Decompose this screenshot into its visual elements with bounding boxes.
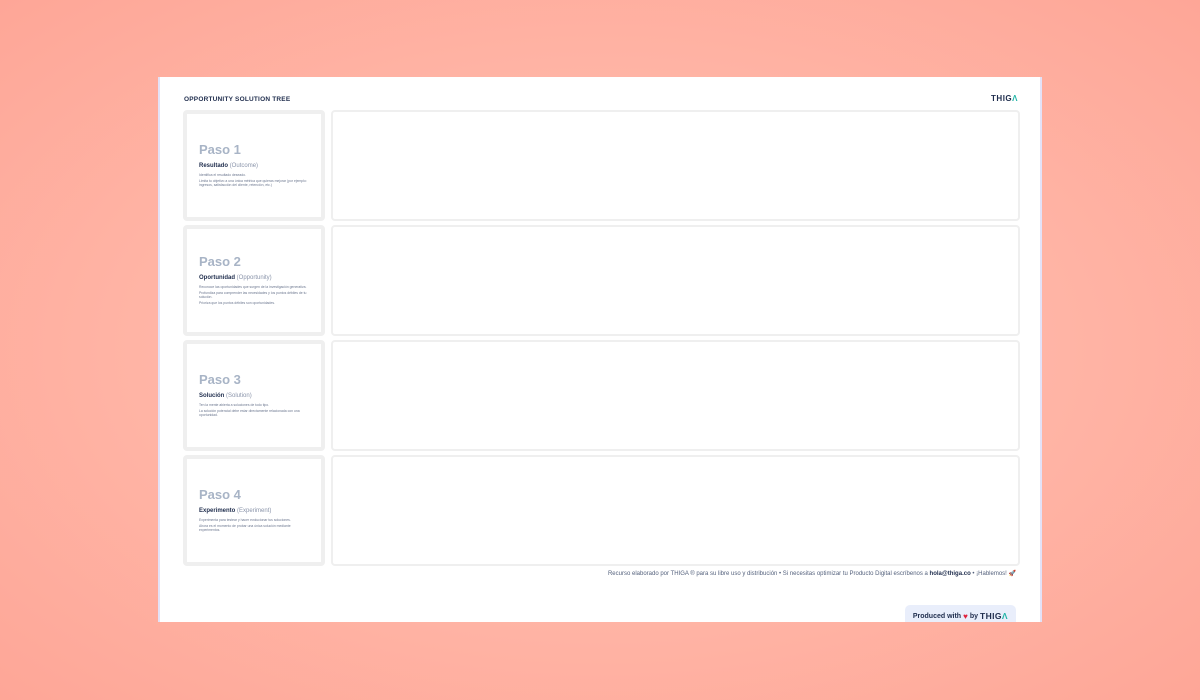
- step-desc: La solución potencial debe estar directa…: [199, 408, 300, 418]
- step-desc: Reconoce las oportunidades que surgen de…: [199, 284, 307, 289]
- step-desc: Identifica el resultado deseado.: [199, 172, 246, 177]
- footer-note-end: • ¡Hablemos!: [970, 571, 1009, 577]
- step-area-4[interactable]: [331, 455, 1020, 566]
- step-subtitle: Resultado (Outcome): [199, 163, 311, 169]
- produced-brand-logo: THIGΛ: [980, 611, 1008, 621]
- step-row-3: Paso 3 Solución (Solution) Ten la mente …: [183, 340, 1020, 451]
- step-desc: Ten la mente abierta a soluciones de tod…: [199, 402, 270, 407]
- step-desc: Experimenta para testear y hacer evoluci…: [199, 517, 291, 522]
- step-card-3: Paso 3 Solución (Solution) Ten la mente …: [183, 340, 325, 451]
- step-desc: Prioriza que los puntos débiles son opor…: [199, 301, 275, 306]
- contact-email-link[interactable]: hola@thiga.co: [930, 571, 971, 577]
- step-card-4: Paso 4 Experimento (Experiment) Experime…: [183, 455, 325, 566]
- thiga-logo: THIGΛ: [991, 94, 1018, 103]
- step-name-en: (Outcome): [229, 162, 259, 169]
- produced-by-label: by: [969, 612, 979, 620]
- logo-accent: Λ: [1012, 94, 1018, 103]
- step-title: Paso 2: [199, 253, 241, 269]
- brand-main: THIG: [980, 611, 1002, 621]
- footer-note-text: Recurso elaborado por THIGA ® para su li…: [607, 571, 930, 577]
- step-name: Experimento: [199, 507, 236, 514]
- footer-note: Recurso elaborado por THIGA ® para su li…: [608, 570, 1016, 577]
- step-name: Resultado: [199, 162, 229, 169]
- step-subtitle: Oportunidad (Opportunity): [199, 275, 311, 281]
- step-name: Solución: [199, 392, 225, 399]
- produced-with-badge[interactable]: Produced with ♥ by THIGΛ: [904, 605, 1016, 622]
- step-name-en: (Opportunity): [236, 274, 272, 281]
- step-row-1: Paso 1 Resultado (Outcome) Identifica el…: [183, 110, 1020, 221]
- step-name: Oportunidad: [199, 274, 235, 281]
- heart-icon: ♥: [963, 611, 968, 621]
- logo-main: THIG: [991, 94, 1013, 103]
- step-name-en: (Experiment): [237, 507, 272, 514]
- rocket-icon: 🚀: [1008, 571, 1016, 577]
- step-title: Paso 1: [199, 141, 241, 157]
- step-area-1[interactable]: [331, 110, 1020, 221]
- step-title: Paso 4: [199, 486, 241, 502]
- step-desc: Profundiza para comprender las necesidad…: [199, 290, 307, 300]
- step-card-2: Paso 2 Oportunidad (Opportunity) Reconoc…: [183, 225, 325, 336]
- step-desc: Ahora es el momento de probar una única …: [199, 523, 291, 533]
- brand-accent: Λ: [1001, 611, 1008, 621]
- board: OPPORTUNITY SOLUTION TREE THIGΛ Paso 1 R…: [158, 77, 1042, 622]
- step-area-3[interactable]: [331, 340, 1020, 451]
- step-subtitle: Solución (Solution): [199, 393, 311, 399]
- step-subtitle: Experimento (Experiment): [199, 508, 311, 514]
- step-area-2[interactable]: [331, 225, 1020, 336]
- step-desc: Limita tu objetivo a una única métrica q…: [199, 178, 307, 188]
- step-name-en: (Solution): [226, 392, 252, 399]
- step-row-4: Paso 4 Experimento (Experiment) Experime…: [183, 455, 1020, 566]
- step-title: Paso 3: [199, 371, 241, 387]
- step-row-2: Paso 2 Oportunidad (Opportunity) Reconoc…: [183, 225, 1020, 336]
- board-title: OPPORTUNITY SOLUTION TREE: [184, 96, 291, 103]
- produced-label: Produced with: [912, 612, 962, 620]
- step-card-1: Paso 1 Resultado (Outcome) Identifica el…: [183, 110, 325, 221]
